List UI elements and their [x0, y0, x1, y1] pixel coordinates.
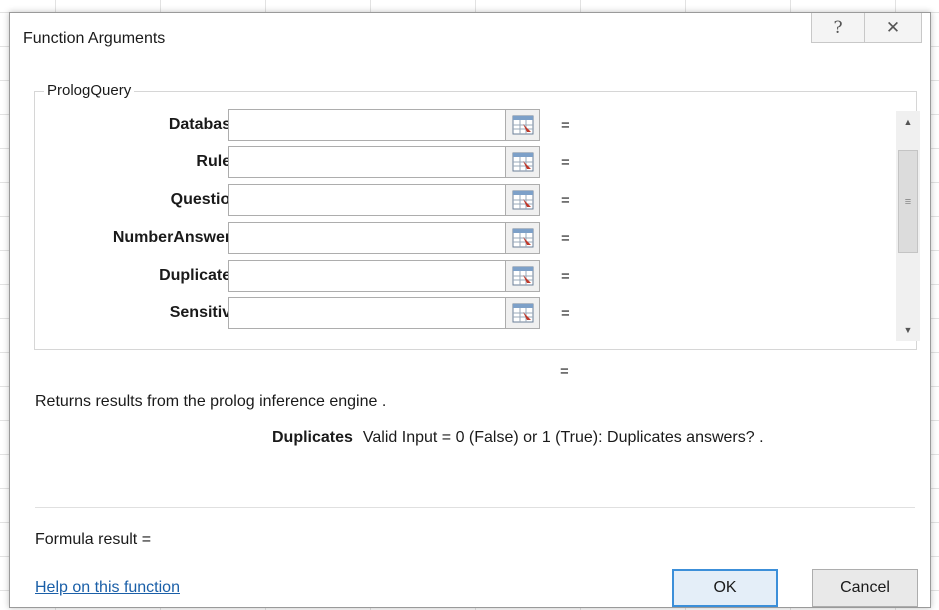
- cancel-button[interactable]: Cancel: [812, 569, 918, 607]
- function-name: PrologQuery: [44, 82, 135, 99]
- help-on-function-link[interactable]: Help on this function: [35, 579, 180, 597]
- arguments-scrollbar[interactable]: ▲ ≡ ▼: [896, 111, 920, 341]
- collapse-range-icon: [512, 266, 533, 286]
- scrollbar-thumb[interactable]: ≡: [898, 150, 918, 253]
- argument-result: =: [561, 117, 570, 134]
- numberanswers-input[interactable]: [228, 222, 506, 254]
- rules-ref-button[interactable]: [506, 146, 540, 178]
- argument-result: =: [561, 268, 570, 285]
- database-input[interactable]: [228, 109, 506, 141]
- argument-result: =: [561, 230, 570, 247]
- collapse-range-icon: [512, 152, 533, 172]
- question-input[interactable]: [228, 184, 506, 216]
- close-icon: ✕: [885, 17, 901, 37]
- argument-row-database: Database =: [34, 109, 594, 141]
- argument-help-name: Duplicates: [272, 429, 353, 446]
- argument-help-text: Valid Input = 0 (False) or 1 (True): Dup…: [362, 429, 764, 446]
- collapse-range-icon: [512, 190, 533, 210]
- argument-label: NumberAnswers: [112, 229, 240, 246]
- formula-result: Formula result =: [35, 531, 152, 548]
- rules-input[interactable]: [228, 146, 506, 178]
- argument-row-numberanswers: NumberAnswers =: [34, 222, 594, 254]
- argument-result: =: [561, 192, 570, 209]
- function-result: =: [560, 363, 569, 380]
- argument-help: Duplicates Valid Input = 0 (False) or 1 (…: [272, 429, 764, 447]
- close-button[interactable]: ✕: [864, 13, 922, 43]
- sensitive-ref-button[interactable]: [506, 297, 540, 329]
- title-bar: Function Arguments ? ✕: [10, 13, 930, 57]
- argument-row-rules: Rules =: [34, 146, 594, 178]
- question-ref-button[interactable]: [506, 184, 540, 216]
- sensitive-input[interactable]: [228, 297, 506, 329]
- separator: [35, 507, 915, 508]
- duplicates-input[interactable]: [228, 260, 506, 292]
- collapse-range-icon: [512, 228, 533, 248]
- database-ref-button[interactable]: [506, 109, 540, 141]
- function-groupbox: PrologQuery Database = Rules = Question …: [34, 82, 939, 350]
- dialog-title: Function Arguments: [23, 30, 166, 47]
- argument-row-duplicates: Duplicates =: [34, 260, 594, 292]
- duplicates-ref-button[interactable]: [506, 260, 540, 292]
- argument-result: =: [561, 305, 570, 322]
- scroll-down-arrow-icon[interactable]: ▼: [896, 319, 920, 341]
- scroll-up-arrow-icon[interactable]: ▲: [896, 111, 920, 133]
- function-arguments-dialog: Function Arguments ? ✕ PrologQuery Datab…: [9, 12, 931, 608]
- help-button[interactable]: ?: [811, 13, 864, 43]
- function-description: Returns results from the prolog inferenc…: [35, 393, 387, 410]
- question-mark-icon: ?: [833, 17, 843, 38]
- argument-result: =: [561, 154, 570, 171]
- numberanswers-ref-button[interactable]: [506, 222, 540, 254]
- argument-row-question: Question =: [34, 184, 594, 216]
- collapse-range-icon: [512, 303, 533, 323]
- ok-button[interactable]: OK: [672, 569, 778, 607]
- argument-row-sensitive: Sensitive =: [34, 297, 594, 329]
- collapse-range-icon: [512, 115, 533, 135]
